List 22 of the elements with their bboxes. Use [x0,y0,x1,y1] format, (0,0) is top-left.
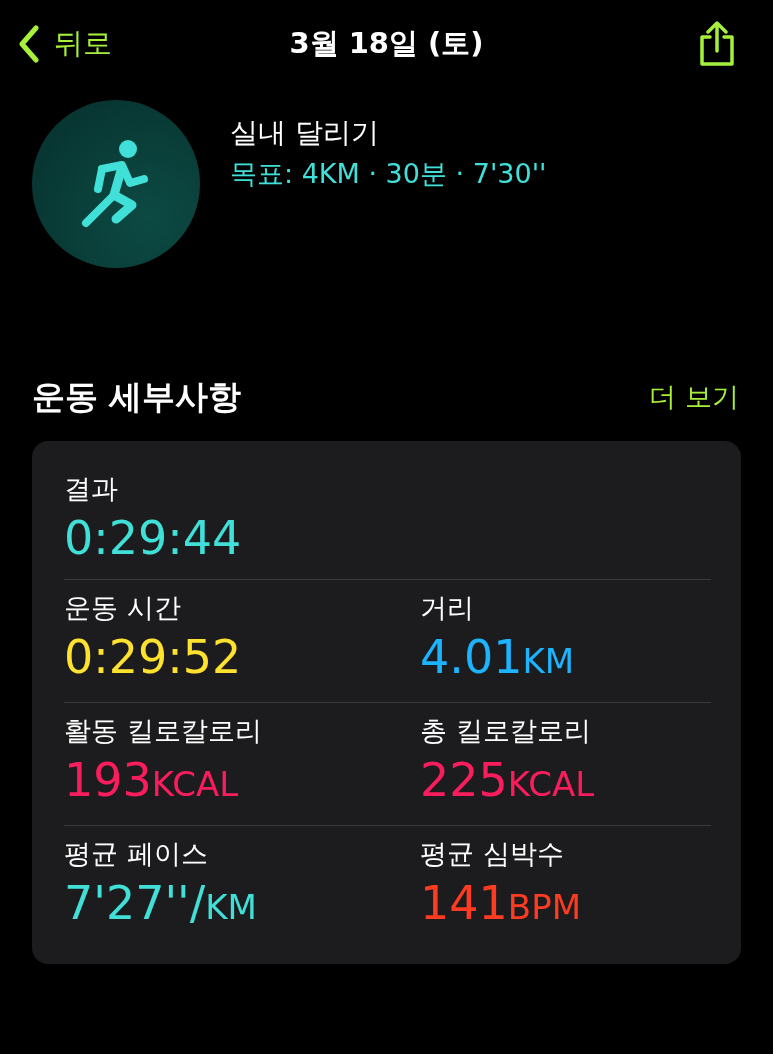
workout-name: 실내 달리기 [230,115,380,151]
metric-value: 225 KCAL [420,752,596,809]
metric-value: 141 BPM [420,875,582,932]
metric-value: 0:29:44 [64,510,243,567]
page-title: 3월 18일 (토) [289,25,484,62]
section-title: 운동 세부사항 [32,375,242,418]
show-more-link[interactable]: 더 보기 [649,379,739,415]
metric-value: 7'27''/KM [64,875,258,932]
metric-label: 운동 시간 [64,591,182,625]
metric-label: 평균 심박수 [420,837,565,871]
metric-label: 평균 페이스 [64,837,209,871]
workout-goal: 목표: 4KM · 30분 · 7'30'' [230,157,547,191]
metric-value: 193 KCAL [64,752,240,809]
metric-value: 0:29:52 [64,629,243,686]
back-chevron-icon [18,25,40,63]
metric-value: 4.01KM [420,629,576,686]
metric-label: 활동 킬로칼로리 [64,714,263,748]
metric-label: 거리 [420,591,475,625]
metric-label: 결과 [64,472,119,506]
back-button[interactable]: 뒤로 [18,24,112,64]
metric-label: 총 킬로칼로리 [420,714,592,748]
share-icon[interactable] [697,21,737,67]
